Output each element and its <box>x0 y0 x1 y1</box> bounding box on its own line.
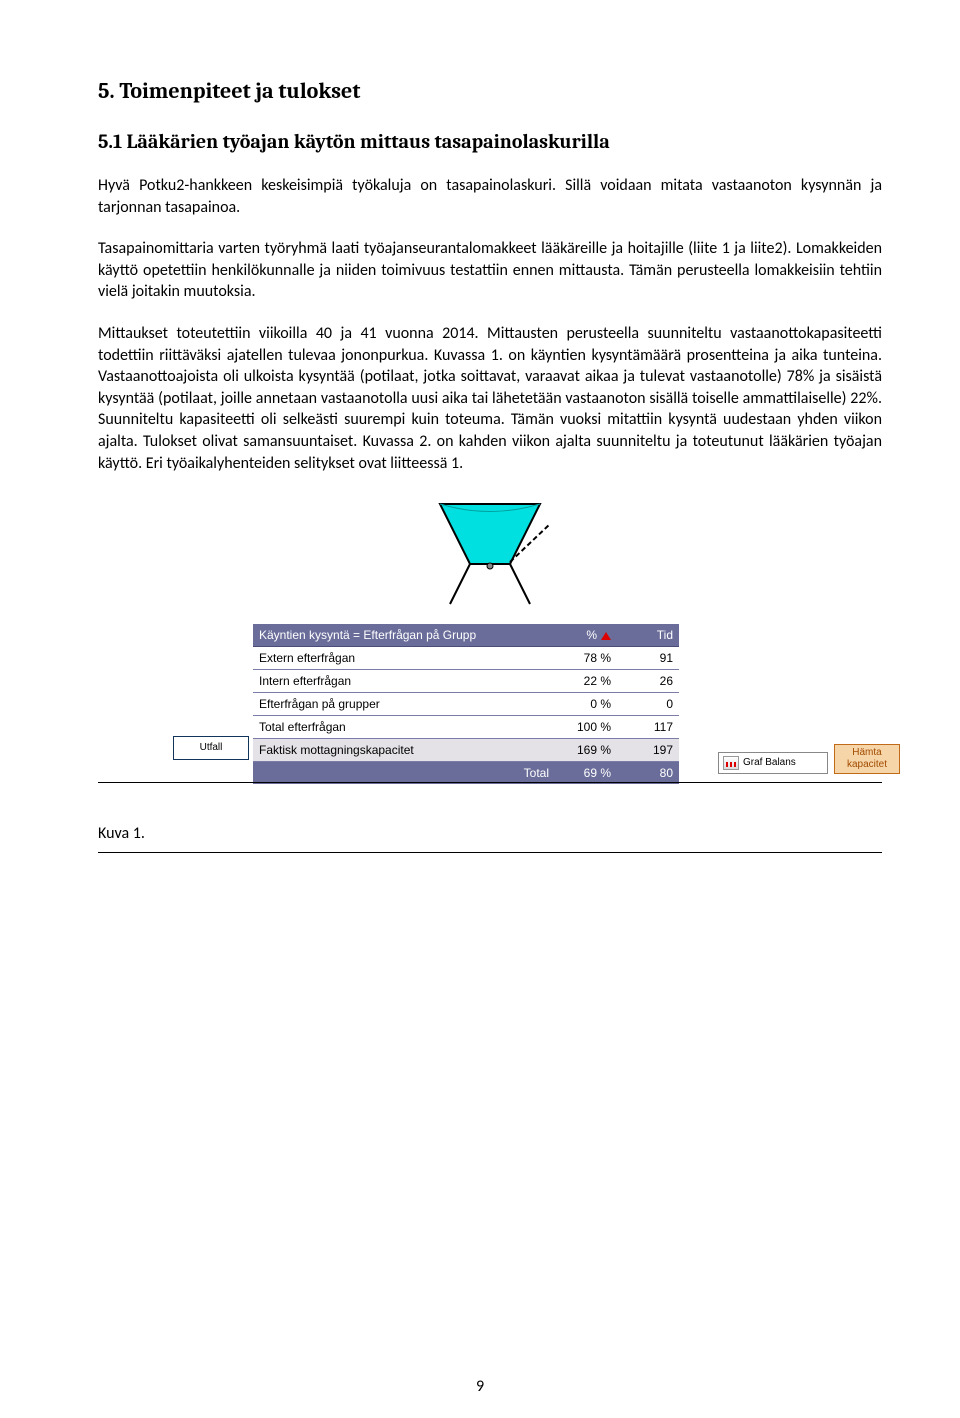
embedded-figure: Käyntien kysyntä = Efterfrågan på Grupp … <box>98 494 882 894</box>
horizontal-rule <box>98 852 882 853</box>
table-header-label: Käyntien kysyntä = Efterfrågan på Grupp <box>253 624 555 647</box>
horizontal-rule <box>98 782 882 783</box>
table-row: Total efterfrågan 100 % 117 <box>253 716 679 739</box>
cell-tid: 0 <box>617 693 679 716</box>
table-row: Intern efterfrågan 22 % 26 <box>253 670 679 693</box>
graf-balans-button[interactable]: Graf Balans <box>718 752 828 774</box>
paragraph-3: Mittaukset toteutettiin viikoilla 40 ja … <box>98 323 882 474</box>
cell-label: Faktisk mottagningskapacitet <box>253 739 555 762</box>
section-heading-5-1: 5.1 Lääkärien työajan käytön mittaus tas… <box>98 130 882 153</box>
footer-pct: 69 % <box>555 762 617 785</box>
figure-caption: Kuva 1. <box>98 824 145 843</box>
cell-pct: 100 % <box>555 716 617 739</box>
hamta-line2: kapacitet <box>847 759 887 770</box>
funnel-icon <box>420 494 560 624</box>
cell-pct: 0 % <box>555 693 617 716</box>
page-number: 9 <box>476 1377 484 1396</box>
cell-tid: 117 <box>617 716 679 739</box>
cell-pct: 169 % <box>555 739 617 762</box>
table-row: Efterfrågan på grupper 0 % 0 <box>253 693 679 716</box>
cell-tid: 26 <box>617 670 679 693</box>
cell-tid: 91 <box>617 647 679 670</box>
utfall-button[interactable]: Utfall <box>173 736 249 760</box>
paragraph-2: Tasapainomittaria varten työryhmä laati … <box>98 238 882 303</box>
bar-chart-icon <box>723 756 739 770</box>
hamta-kapacitet-button[interactable]: Hämta kapacitet <box>834 744 900 774</box>
graf-balans-label: Graf Balans <box>743 752 796 774</box>
cell-label: Extern efterfrågan <box>253 647 555 670</box>
cell-label: Efterfrågan på grupper <box>253 693 555 716</box>
cell-tid: 197 <box>617 739 679 762</box>
paragraph-1: Hyvä Potku2-hankkeen keskeisimpiä työkal… <box>98 175 882 218</box>
table-row: Faktisk mottagningskapacitet 169 % 197 <box>253 739 679 762</box>
hamta-line1: Hämta <box>852 747 881 758</box>
cell-label: Intern efterfrågan <box>253 670 555 693</box>
cell-label: Total efterfrågan <box>253 716 555 739</box>
table-row: Extern efterfrågan 78 % 91 <box>253 647 679 670</box>
footer-label: Total <box>253 762 555 785</box>
table-footer: Total 69 % 80 <box>253 762 679 785</box>
footer-tid: 80 <box>617 762 679 785</box>
table-header-pct: % <box>555 624 617 647</box>
cell-pct: 78 % <box>555 647 617 670</box>
demand-table: Käyntien kysyntä = Efterfrågan på Grupp … <box>253 624 679 784</box>
section-heading-5: 5. Toimenpiteet ja tulokset <box>98 78 882 104</box>
cell-pct: 22 % <box>555 670 617 693</box>
table-header-tid: Tid <box>617 624 679 647</box>
sort-indicator-icon <box>601 632 611 640</box>
